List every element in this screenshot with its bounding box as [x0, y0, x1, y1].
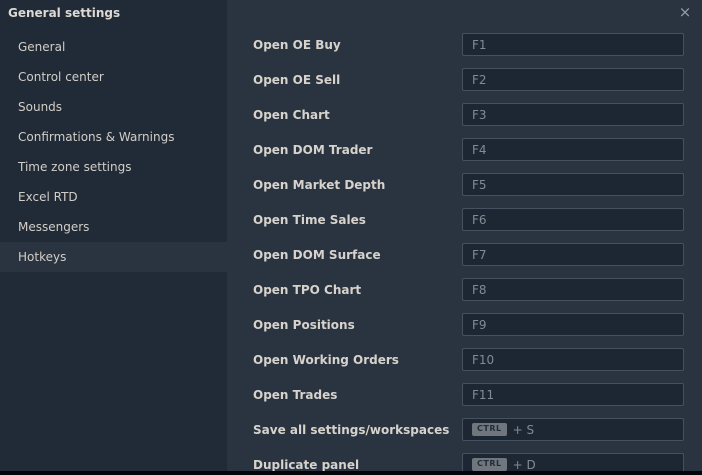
hotkey-row-open-oe-buy: Open OE Buy F1	[227, 27, 702, 62]
hotkey-input-open-dom-trader[interactable]: F4	[462, 138, 684, 161]
hotkey-input-open-positions[interactable]: F9	[462, 313, 684, 336]
general-settings-dialog: General settings General Control center …	[0, 0, 702, 475]
sidebar-item-sounds[interactable]: Sounds	[0, 92, 227, 122]
hotkey-label: Open Time Sales	[253, 213, 366, 227]
sidebar-item-excel-rtd[interactable]: Excel RTD	[0, 182, 227, 212]
hotkey-row-open-tpo-chart: Open TPO Chart F8	[227, 272, 702, 307]
hotkey-value: F5	[472, 178, 487, 192]
hotkey-value: F3	[472, 108, 487, 122]
hotkey-value: F7	[472, 248, 487, 262]
hotkey-row-open-dom-surface: Open DOM Surface F7	[227, 237, 702, 272]
hotkey-label: Open DOM Surface	[253, 248, 381, 262]
hotkey-label: Save all settings/workspaces	[253, 423, 449, 437]
hotkey-row-open-chart: Open Chart F3	[227, 97, 702, 132]
hotkey-value: F2	[472, 73, 487, 87]
hotkey-value: + S	[513, 423, 535, 437]
settings-sidebar: General settings General Control center …	[0, 0, 227, 471]
hotkey-label: Open Positions	[253, 318, 355, 332]
ctrl-key-badge: CTRL	[472, 458, 507, 471]
window-bottom-edge	[0, 471, 702, 475]
hotkey-value: F10	[472, 353, 494, 367]
hotkey-row-save-all-settings: Save all settings/workspaces CTRL + S	[227, 412, 702, 447]
hotkey-input-save-all-settings[interactable]: CTRL + S	[462, 418, 684, 441]
hotkey-row-open-market-depth: Open Market Depth F5	[227, 167, 702, 202]
hotkey-value: F6	[472, 213, 487, 227]
hotkey-label: Open Trades	[253, 388, 337, 402]
hotkey-label: Open Market Depth	[253, 178, 385, 192]
hotkey-value: F4	[472, 143, 487, 157]
hotkey-input-open-oe-buy[interactable]: F1	[462, 33, 684, 56]
hotkey-label: Open TPO Chart	[253, 283, 361, 297]
hotkey-label: Open DOM Trader	[253, 143, 372, 157]
hotkey-input-open-oe-sell[interactable]: F2	[462, 68, 684, 91]
hotkey-row-open-time-sales: Open Time Sales F6	[227, 202, 702, 237]
hotkey-input-open-chart[interactable]: F3	[462, 103, 684, 126]
sidebar-item-time-zone-settings[interactable]: Time zone settings	[0, 152, 227, 182]
ctrl-key-badge: CTRL	[472, 423, 507, 436]
hotkey-label: Duplicate panel	[253, 458, 359, 472]
hotkey-label: Open OE Sell	[253, 73, 340, 87]
sidebar-item-general[interactable]: General	[0, 32, 227, 62]
hotkey-value: + D	[513, 458, 536, 472]
hotkey-row-open-positions: Open Positions F9	[227, 307, 702, 342]
sidebar-item-messengers[interactable]: Messengers	[0, 212, 227, 242]
hotkey-input-open-dom-surface[interactable]: F7	[462, 243, 684, 266]
sidebar-item-control-center[interactable]: Control center	[0, 62, 227, 92]
hotkey-value: F11	[472, 388, 494, 402]
hotkey-input-open-trades[interactable]: F11	[462, 383, 684, 406]
hotkey-value: F8	[472, 283, 487, 297]
sidebar-item-confirmations-warnings[interactable]: Confirmations & Warnings	[0, 122, 227, 152]
hotkey-row-open-dom-trader: Open DOM Trader F4	[227, 132, 702, 167]
hotkey-value: F9	[472, 318, 487, 332]
hotkey-row-duplicate-panel: Duplicate panel CTRL + D	[227, 447, 702, 471]
dialog-title: General settings	[0, 0, 227, 20]
hotkey-row-open-oe-sell: Open OE Sell F2	[227, 62, 702, 97]
hotkey-input-open-tpo-chart[interactable]: F8	[462, 278, 684, 301]
close-icon[interactable]: ×	[677, 4, 693, 20]
hotkey-label: Open OE Buy	[253, 38, 341, 52]
hotkey-input-open-time-sales[interactable]: F6	[462, 208, 684, 231]
hotkey-value: F1	[472, 38, 487, 52]
hotkey-row-open-working-orders: Open Working Orders F10	[227, 342, 702, 377]
hotkey-input-open-working-orders[interactable]: F10	[462, 348, 684, 371]
settings-nav: General Control center Sounds Confirmati…	[0, 32, 227, 272]
hotkey-input-open-market-depth[interactable]: F5	[462, 173, 684, 196]
hotkey-row-open-trades: Open Trades F11	[227, 377, 702, 412]
sidebar-item-hotkeys[interactable]: Hotkeys	[0, 242, 227, 272]
hotkey-label: Open Chart	[253, 108, 330, 122]
hotkey-label: Open Working Orders	[253, 353, 399, 367]
hotkey-input-duplicate-panel[interactable]: CTRL + D	[462, 453, 684, 471]
hotkeys-panel: Open OE Buy F1 Open OE Sell F2 Open Char…	[227, 27, 702, 471]
